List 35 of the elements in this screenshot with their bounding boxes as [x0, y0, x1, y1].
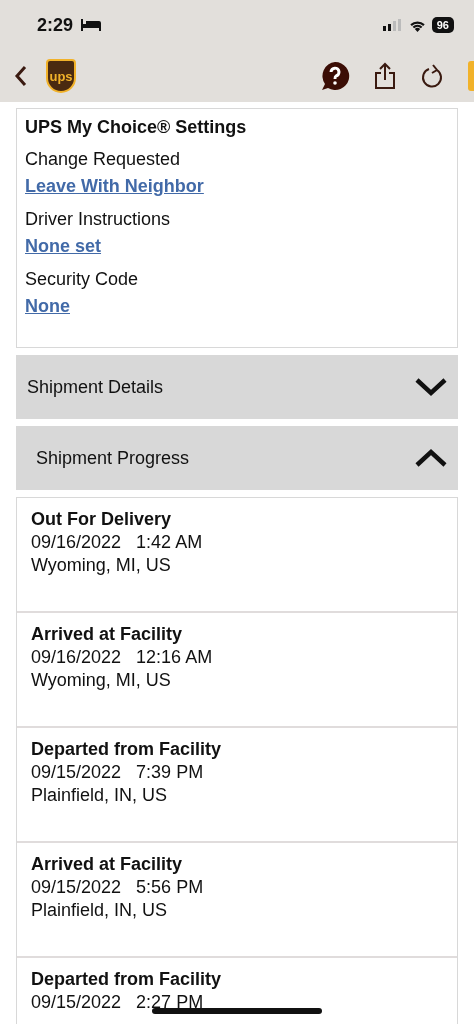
settings-title: UPS My Choice® Settings: [25, 117, 248, 138]
section-header[interactable]: Shipment Progress: [16, 426, 458, 490]
event-status: Departed from Facility: [31, 968, 223, 991]
event-datetime: 09/15/2022 5:56 PM: [31, 876, 204, 899]
setting-link[interactable]: Leave With Neighbor: [25, 176, 204, 197]
event-datetime: 09/15/2022 2:27 PM: [31, 991, 204, 1014]
bed-icon: [81, 19, 102, 31]
event-location: Plainfield, IN, US: [31, 899, 169, 922]
event-location: Wyoming, MI, US: [31, 669, 172, 692]
section-title: Shipment Progress: [36, 447, 190, 469]
setting-link[interactable]: None set: [25, 236, 102, 257]
setting-link[interactable]: None: [25, 296, 70, 317]
signal-icon: [382, 19, 403, 31]
event-status: Arrived at Facility: [31, 853, 184, 876]
setting-label: Driver Instructions: [25, 209, 172, 230]
event-datetime: 09/16/2022 1:42 AM: [31, 531, 203, 554]
setting-label: Change Requested: [25, 149, 182, 170]
refresh-icon[interactable]: [420, 63, 444, 89]
ups-logo: ups: [46, 59, 76, 93]
event-status: Departed from Facility: [31, 738, 223, 761]
section-header[interactable]: Shipment Details: [16, 355, 458, 419]
wifi-icon: [408, 18, 426, 32]
event-status: Out For Delivery: [31, 508, 173, 531]
event-datetime: 09/16/2022 12:16 AM: [31, 646, 213, 669]
event-location: Wyoming, MI, US: [31, 554, 172, 577]
event-location: Plainfield, IN, US: [31, 784, 169, 807]
share-icon[interactable]: [374, 62, 396, 90]
section-title: Shipment Details: [27, 376, 164, 398]
setting-label: Security Code: [25, 269, 140, 290]
help-icon[interactable]: [320, 61, 350, 91]
battery-indicator: 96: [431, 17, 454, 33]
event-status: Arrived at Facility: [31, 623, 184, 646]
back-icon[interactable]: [14, 65, 28, 87]
event-datetime: 09/15/2022 7:39 PM: [31, 761, 204, 784]
status-time: 2:29: [37, 14, 74, 36]
